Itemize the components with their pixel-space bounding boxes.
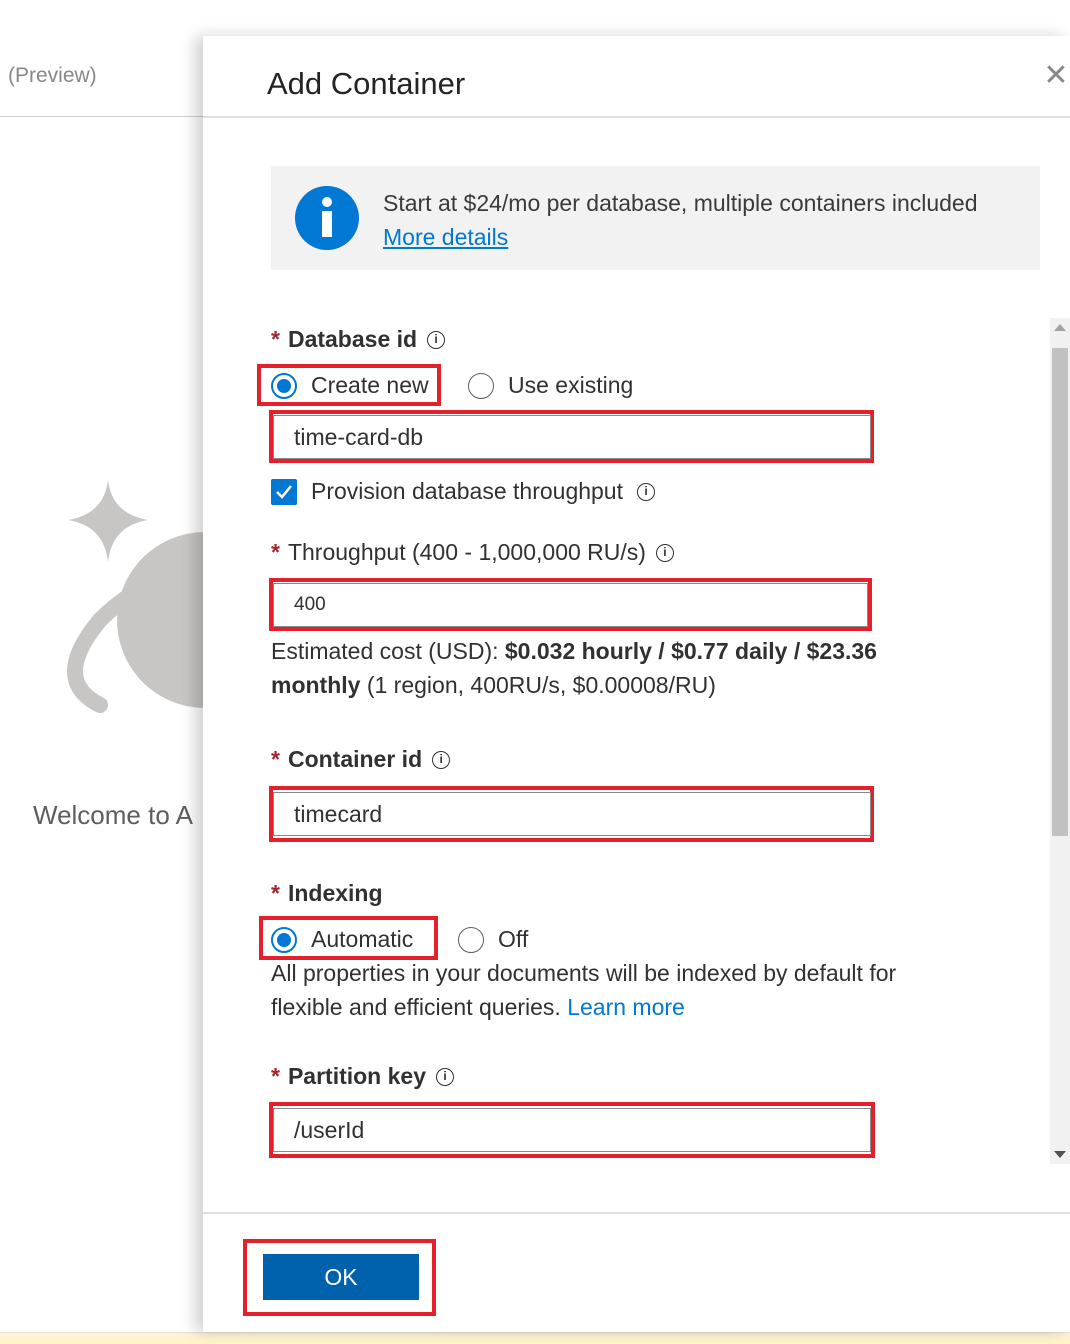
close-icon[interactable]: ✕ [1042, 61, 1070, 91]
radio-unchecked-icon[interactable] [468, 372, 494, 399]
info-banner: Start at $24/mo per database, multiple c… [271, 166, 1040, 270]
info-tooltip-icon[interactable]: i [637, 482, 655, 501]
scrollbar-thumb[interactable] [1052, 348, 1068, 836]
provision-throughput-label: Provision database throughput [311, 478, 623, 504]
estimated-cost-prefix: Estimated cost (USD): [271, 638, 505, 664]
partition-key-label-text: Partition key [287, 1063, 426, 1089]
background-header-text: (Preview) [8, 64, 97, 87]
radio-create-new[interactable]: Create new [271, 372, 429, 399]
notification-strip [0, 1332, 1070, 1344]
partition-key-input[interactable] [273, 1108, 871, 1152]
container-id-label: * Container id i [271, 746, 451, 773]
info-tooltip-icon[interactable]: i [436, 1067, 454, 1086]
panel-title: Add Container [267, 66, 466, 101]
radio-checked-icon[interactable] [271, 372, 297, 399]
footer-divider [203, 1212, 1070, 1214]
database-id-label: * Database id i [271, 326, 446, 353]
info-tooltip-icon[interactable]: i [655, 543, 674, 562]
indexing-description: All properties in your documents will be… [271, 956, 971, 1024]
indexing-label: * Indexing [271, 880, 383, 907]
database-id-label-text: Database id [287, 326, 418, 352]
scroll-down-arrow-icon[interactable] [1054, 1151, 1066, 1158]
partition-key-label: * Partition key i [271, 1063, 454, 1090]
throughput-input[interactable] [273, 583, 868, 627]
cosmos-planet-icon [60, 470, 293, 745]
panel-divider [203, 116, 1070, 118]
radio-checked-icon[interactable] [271, 926, 297, 953]
required-marker: * [271, 880, 280, 906]
container-id-input[interactable] [273, 792, 871, 836]
radio-off[interactable]: Off [458, 926, 528, 953]
radio-unchecked-icon[interactable] [458, 926, 484, 953]
info-icon [295, 186, 359, 250]
container-id-label-text: Container id [287, 746, 423, 772]
learn-more-link[interactable]: Learn more [567, 994, 685, 1020]
background-divider [0, 116, 205, 117]
radio-use-existing-label: Use existing [508, 372, 634, 398]
info-text: Start at $24/mo per database, multiple c… [383, 190, 978, 216]
ok-button[interactable]: OK [263, 1254, 419, 1300]
provision-throughput-checkbox[interactable]: Provision database throughput i [271, 478, 655, 505]
estimated-cost-text: Estimated cost (USD): $0.032 hourly / $0… [271, 634, 951, 702]
radio-automatic-label: Automatic [311, 926, 414, 952]
required-marker: * [271, 326, 280, 352]
scroll-up-arrow-icon[interactable] [1054, 324, 1066, 331]
database-id-input[interactable] [273, 415, 871, 459]
estimated-cost-suffix: (1 region, 400RU/s, $0.00008/RU) [360, 672, 716, 698]
radio-automatic[interactable]: Automatic [271, 926, 413, 953]
welcome-text: Welcome to A [33, 800, 193, 830]
radio-off-label: Off [498, 926, 529, 952]
throughput-label: * Throughput (400 - 1,000,000 RU/s) i [271, 539, 674, 566]
throughput-label-text: Throughput (400 - 1,000,000 RU/s) [287, 539, 646, 565]
add-container-panel: Add Container ✕ Start at $24/mo per data… [203, 36, 1070, 1332]
info-tooltip-icon[interactable]: i [427, 330, 446, 349]
more-details-link[interactable]: More details [383, 224, 508, 251]
required-marker: * [271, 539, 280, 565]
required-marker: * [271, 1063, 280, 1089]
required-marker: * [271, 746, 280, 772]
info-tooltip-icon[interactable]: i [432, 750, 451, 769]
scrollbar[interactable] [1050, 318, 1070, 1164]
indexing-label-text: Indexing [287, 880, 383, 906]
checkbox-checked-icon[interactable] [271, 478, 297, 505]
radio-use-existing[interactable]: Use existing [468, 372, 633, 399]
radio-create-new-label: Create new [311, 372, 429, 398]
